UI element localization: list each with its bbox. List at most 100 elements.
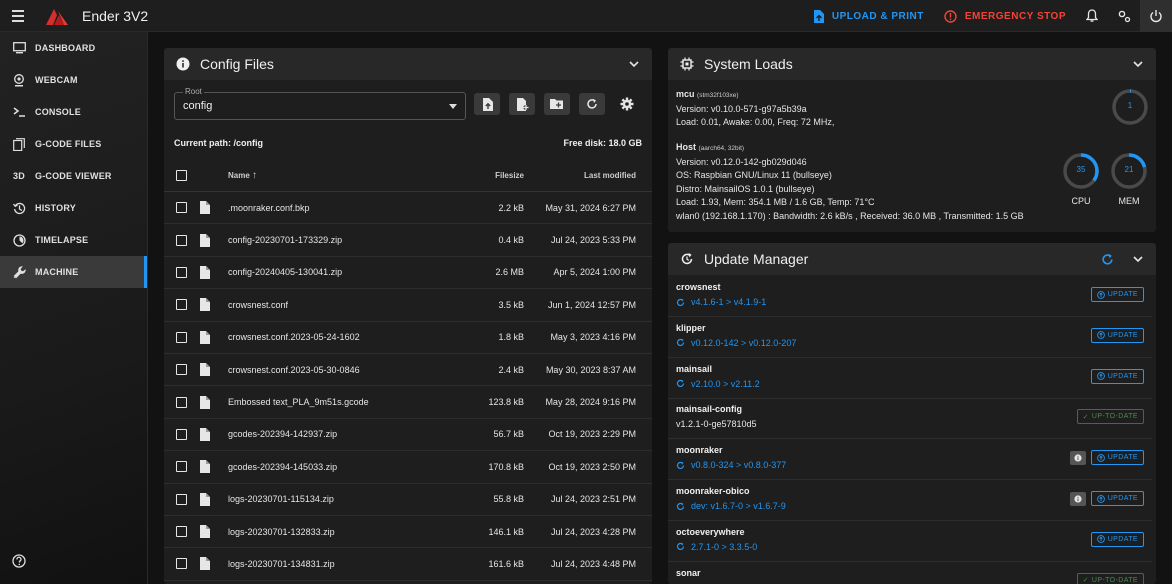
gear-icon — [620, 97, 634, 111]
sync-icon — [676, 379, 685, 388]
update-button[interactable]: UPDATE — [1090, 491, 1144, 506]
update-item-version[interactable]: v4.1.6-1 > v4.1.9-1 — [676, 297, 766, 307]
wrench-icon — [12, 265, 26, 279]
update-item-version[interactable]: v0.8.0-324 > v0.8.0-377 — [676, 460, 786, 470]
root-select[interactable]: Root config — [174, 87, 466, 120]
file-name[interactable]: logs-20230701-134831.zip — [228, 559, 428, 569]
file-modified: Oct 19, 2023 2:50 PM — [548, 461, 636, 472]
row-checkbox[interactable] — [176, 396, 187, 408]
table-row[interactable]: gcodes-202394-145033.zip 170.8 kB Oct 19, … — [164, 451, 652, 484]
new-folder-button[interactable] — [544, 93, 570, 115]
mcu-info: mcu (stm32f103xe) Version: v0.10.0-571-g… — [676, 88, 834, 130]
file-name[interactable]: gcodes-202394-142937.zip — [228, 429, 428, 439]
menu-icon[interactable] — [0, 0, 36, 32]
update-button[interactable]: UPDATE — [1090, 287, 1144, 302]
nav-item-gcode-viewer[interactable]: 3D G-CODE VIEWER — [0, 160, 147, 192]
file-name[interactable]: crowsnest.conf — [228, 300, 428, 310]
row-checkbox[interactable] — [176, 526, 187, 538]
file-name[interactable]: crowsnest.conf.2023-05-24-1602 — [228, 332, 428, 342]
file-name[interactable]: crowsnest.conf.2023-05-30-0846 — [228, 365, 428, 375]
row-checkbox[interactable] — [176, 234, 187, 246]
file-name[interactable]: .moonraker.conf.bkp — [228, 203, 428, 213]
row-checkbox[interactable] — [176, 202, 187, 214]
file-name[interactable]: config-20240405-130041.zip — [228, 267, 428, 277]
update-button[interactable]: UPDATE — [1090, 450, 1144, 466]
table-row[interactable]: logs-20230701-132833.zip 146.1 kB Jul 24, … — [164, 516, 652, 549]
table-row[interactable]: .moonraker.conf.bkp 2.2 kB May 31, 2024 6:… — [164, 192, 652, 225]
new-file-button[interactable] — [509, 93, 535, 115]
file-icon — [200, 557, 210, 571]
column-last-modified[interactable]: Last modified — [524, 171, 636, 180]
config-files-panel: Config Files Root config Current path: /… — [164, 48, 652, 584]
chevron-down-icon[interactable] — [628, 58, 640, 70]
table-row[interactable]: crowsnest.conf.2023-05-30-0846 2.4 kB May … — [164, 354, 652, 387]
update-button[interactable]: UPDATE — [1090, 531, 1144, 547]
file-modified: Jul 24, 2023 5:33 PM — [550, 235, 636, 246]
file-name[interactable]: logs-20230701-115134.zip — [228, 494, 428, 504]
row-checkbox[interactable] — [176, 299, 187, 311]
nav-item-machine[interactable]: MACHINE — [0, 256, 147, 288]
info-button[interactable] — [1070, 451, 1086, 466]
file-icon — [200, 427, 210, 441]
update-button[interactable]: UPDATE — [1090, 368, 1144, 384]
power-icon[interactable] — [1140, 0, 1172, 32]
update-button[interactable]: UPDATE — [1090, 327, 1144, 343]
update-row: mainsail-config v1.2.1-0-ge57810d5 ✓ UP-TO-… — [668, 398, 1152, 440]
settings-gear-button[interactable] — [614, 93, 640, 115]
row-checkbox[interactable] — [176, 364, 187, 376]
nav-item-dashboard[interactable]: DASHBOARD — [0, 32, 147, 64]
update-item-version[interactable]: 2.7.1-0 > 3.3.5-0 — [676, 542, 757, 552]
row-checkbox[interactable] — [176, 493, 187, 505]
sync-icon — [676, 502, 685, 510]
bell-icon[interactable] — [1076, 0, 1108, 32]
table-row[interactable]: config-20230701-173329.zip 0.4 kB Jul 24, … — [164, 224, 652, 257]
help-icon[interactable] — [12, 554, 26, 568]
row-checkbox[interactable] — [176, 331, 187, 343]
upload-print-button[interactable]: UPLOAD & PRINT — [803, 0, 934, 32]
refresh-icon[interactable] — [1101, 253, 1114, 266]
file-icon — [200, 363, 210, 377]
update-item-name: moonraker-obico — [676, 486, 750, 496]
sidebar: DASHBOARD WEBCAM CONSOLE G-CODE FILES 3D… — [0, 32, 148, 584]
nav-item-console[interactable]: CONSOLE — [0, 96, 147, 128]
row-checkbox[interactable] — [176, 558, 187, 570]
row-checkbox[interactable] — [176, 428, 187, 440]
nav-item-timelapse[interactable]: TIMELAPSE — [0, 224, 147, 256]
table-row[interactable]: Embossed text_PLA_9m51s.gcode 123.8 kB May… — [164, 386, 652, 419]
update-item-version[interactable]: dev: v1.6.7-0 > v1.6.7-9 — [676, 501, 786, 511]
file-name[interactable]: config-20230701-173329.zip — [228, 235, 428, 245]
chevron-down-icon[interactable] — [1132, 253, 1144, 265]
row-checkbox[interactable] — [176, 461, 187, 473]
settings-icon[interactable] — [1108, 0, 1140, 32]
printer-name[interactable]: Ender 3V2 — [82, 8, 148, 24]
update-item-version[interactable]: v0.12.0-142 > v0.12.0-207 — [676, 338, 796, 348]
cpu-label: CPU — [1071, 196, 1091, 206]
table-row[interactable]: gcodes-202394-142937.zip 56.7 kB Oct 19, 2… — [164, 419, 652, 452]
update-item-version[interactable]: v2.10.0 > v2.11.2 — [676, 379, 760, 389]
file-icon — [200, 492, 210, 506]
mcu-chip: (stm32f103xe) — [697, 92, 739, 99]
arrow-up-circle-icon — [1096, 453, 1105, 462]
upload-file-button[interactable] — [474, 93, 500, 115]
file-name[interactable]: gcodes-202394-145033.zip — [228, 462, 428, 472]
table-row[interactable]: logs-20230701-115134.zip 55.8 kB Jul 24, 2… — [164, 484, 652, 516]
table-row[interactable]: logs-20230701-134831.zip 161.6 kB Jul 24, … — [164, 548, 652, 581]
nav-item-history[interactable]: HISTORY — [0, 192, 147, 224]
info-button[interactable] — [1070, 492, 1086, 506]
file-upload-icon — [482, 97, 493, 111]
nav-item-webcam[interactable]: WEBCAM — [0, 64, 147, 96]
chevron-down-icon[interactable] — [1132, 58, 1144, 70]
column-filesize[interactable]: Filesize — [428, 171, 524, 180]
nav-item-gcode-files[interactable]: G-CODE FILES — [0, 128, 147, 160]
column-name[interactable]: Name ↑ — [228, 170, 428, 181]
info-icon — [1074, 495, 1082, 503]
file-name[interactable]: logs-20230701-132833.zip — [228, 527, 428, 537]
select-all-checkbox[interactable] — [176, 170, 187, 181]
table-row[interactable]: config-20240405-130041.zip 2.6 MB Apr 5, 2… — [164, 257, 652, 290]
refresh-button[interactable] — [579, 93, 605, 115]
table-row[interactable]: crowsnest.conf.2023-05-24-1602 1.8 kB May … — [164, 322, 652, 354]
emergency-stop-button[interactable]: EMERGENCY STOP — [934, 0, 1076, 32]
table-row[interactable]: crowsnest.conf 3.5 kB Jun 1, 2024 12:57 PM — [164, 289, 652, 322]
row-checkbox[interactable] — [176, 266, 187, 278]
file-name[interactable]: Embossed text_PLA_9m51s.gcode — [228, 397, 428, 407]
